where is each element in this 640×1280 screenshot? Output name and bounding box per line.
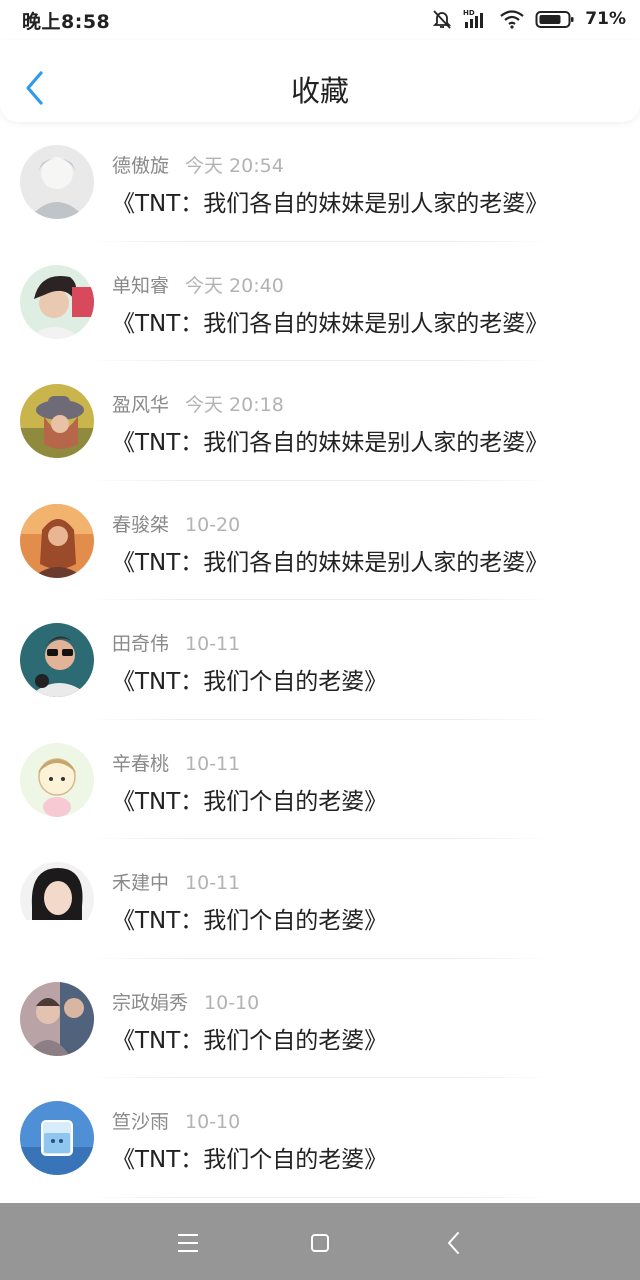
menu-icon <box>178 1234 198 1252</box>
timestamp: 10-20 <box>185 513 241 536</box>
back-nav-button[interactable] <box>434 1223 474 1263</box>
avatar <box>20 264 94 339</box>
list-item[interactable]: 宗政娟秀 10-10 《TNT：我们个自的老婆》 <box>0 959 640 1079</box>
battery-icon <box>535 8 575 30</box>
status-time: 晚上8:58 <box>22 11 111 33</box>
author-name: 笪沙雨 <box>112 1111 170 1133</box>
status-icons: HD 71% <box>431 6 626 32</box>
author-name: 单知睿 <box>112 274 170 297</box>
author-name: 禾建中 <box>112 872 170 894</box>
status-bar: 晚上8:58 HD 71% <box>0 0 640 40</box>
item-title: 《TNT：我们各自的妹妹是别人家的老婆》 <box>112 310 549 337</box>
avatar <box>20 1101 94 1175</box>
list-item[interactable]: 德傲旋 今天 20:54 《TNT：我们各自的妹妹是别人家的老婆》 <box>0 122 640 242</box>
avatar <box>20 623 94 697</box>
list-item[interactable]: 春骏桀 10-20 《TNT：我们各自的妹妹是别人家的老婆》 <box>0 481 640 601</box>
author-name: 宗政娟秀 <box>112 991 189 1014</box>
list-item[interactable]: 单知睿 今天 20:40 《TNT：我们各自的妹妹是别人家的老婆》 <box>0 242 640 362</box>
item-title: 《TNT：我们个自的老婆》 <box>112 788 388 815</box>
page-header: 收藏 <box>0 40 640 122</box>
avatar <box>20 862 94 936</box>
timestamp: 10-11 <box>185 633 241 655</box>
item-title: 《TNT：我们各自的妹妹是别人家的老婆》 <box>112 430 549 456</box>
home-button[interactable] <box>300 1223 340 1263</box>
timestamp: 今天 20:40 <box>185 274 284 297</box>
author-name: 盈风华 <box>112 394 170 416</box>
author-name: 德傲旋 <box>112 155 170 177</box>
item-title: 《TNT：我们个自的老婆》 <box>112 1027 388 1054</box>
menu-button[interactable] <box>168 1223 208 1263</box>
signal-icon: HD <box>463 8 489 30</box>
author-name: 田奇伟 <box>112 633 170 655</box>
avatar <box>20 981 94 1056</box>
author-name: 辛春桃 <box>112 752 170 775</box>
avatar <box>20 503 94 578</box>
network-type-label: HD <box>463 9 475 17</box>
timestamp: 10-11 <box>185 872 241 894</box>
list-item[interactable]: 笪沙雨 10-10 《TNT：我们个自的老婆》 <box>0 1078 640 1198</box>
item-title: 《TNT：我们各自的妹妹是别人家的老婆》 <box>112 549 549 576</box>
author-name: 春骏桀 <box>112 513 170 536</box>
back-icon <box>448 1232 459 1254</box>
timestamp: 今天 20:54 <box>185 155 284 177</box>
timestamp: 10-10 <box>185 1111 241 1133</box>
item-title: 《TNT：我们个自的老婆》 <box>112 1147 388 1173</box>
list-item[interactable]: 盈风华 今天 20:18 《TNT：我们各自的妹妹是别人家的老婆》 <box>0 361 640 481</box>
avatar <box>20 145 94 219</box>
page-title: 收藏 <box>290 74 349 108</box>
avatar <box>20 742 94 817</box>
battery-percent: 71% <box>585 9 626 29</box>
list-item[interactable]: 田奇伟 10-11 《TNT：我们个自的老婆》 <box>0 600 640 720</box>
timestamp: 10-10 <box>204 991 260 1014</box>
timestamp: 今天 20:18 <box>185 394 284 416</box>
avatar <box>20 384 94 458</box>
list-item[interactable]: 辛春桃 10-11 《TNT：我们个自的老婆》 <box>0 720 640 840</box>
item-title: 《TNT：我们个自的老婆》 <box>112 908 388 934</box>
list-item[interactable]: 禾建中 10-11 《TNT：我们个自的老婆》 <box>0 839 640 959</box>
item-title: 《TNT：我们个自的老婆》 <box>112 669 388 695</box>
mute-notification-icon <box>431 8 453 30</box>
wifi-icon <box>499 8 525 30</box>
system-nav-bar <box>0 1203 640 1280</box>
timestamp: 10-11 <box>185 752 241 775</box>
favorites-list: 德傲旋 今天 20:54 《TNT：我们各自的妹妹是别人家的老婆》 单知睿 今天 2… <box>0 122 640 1198</box>
home-icon <box>311 1234 329 1252</box>
item-title: 《TNT：我们各自的妹妹是别人家的老婆》 <box>112 191 549 217</box>
